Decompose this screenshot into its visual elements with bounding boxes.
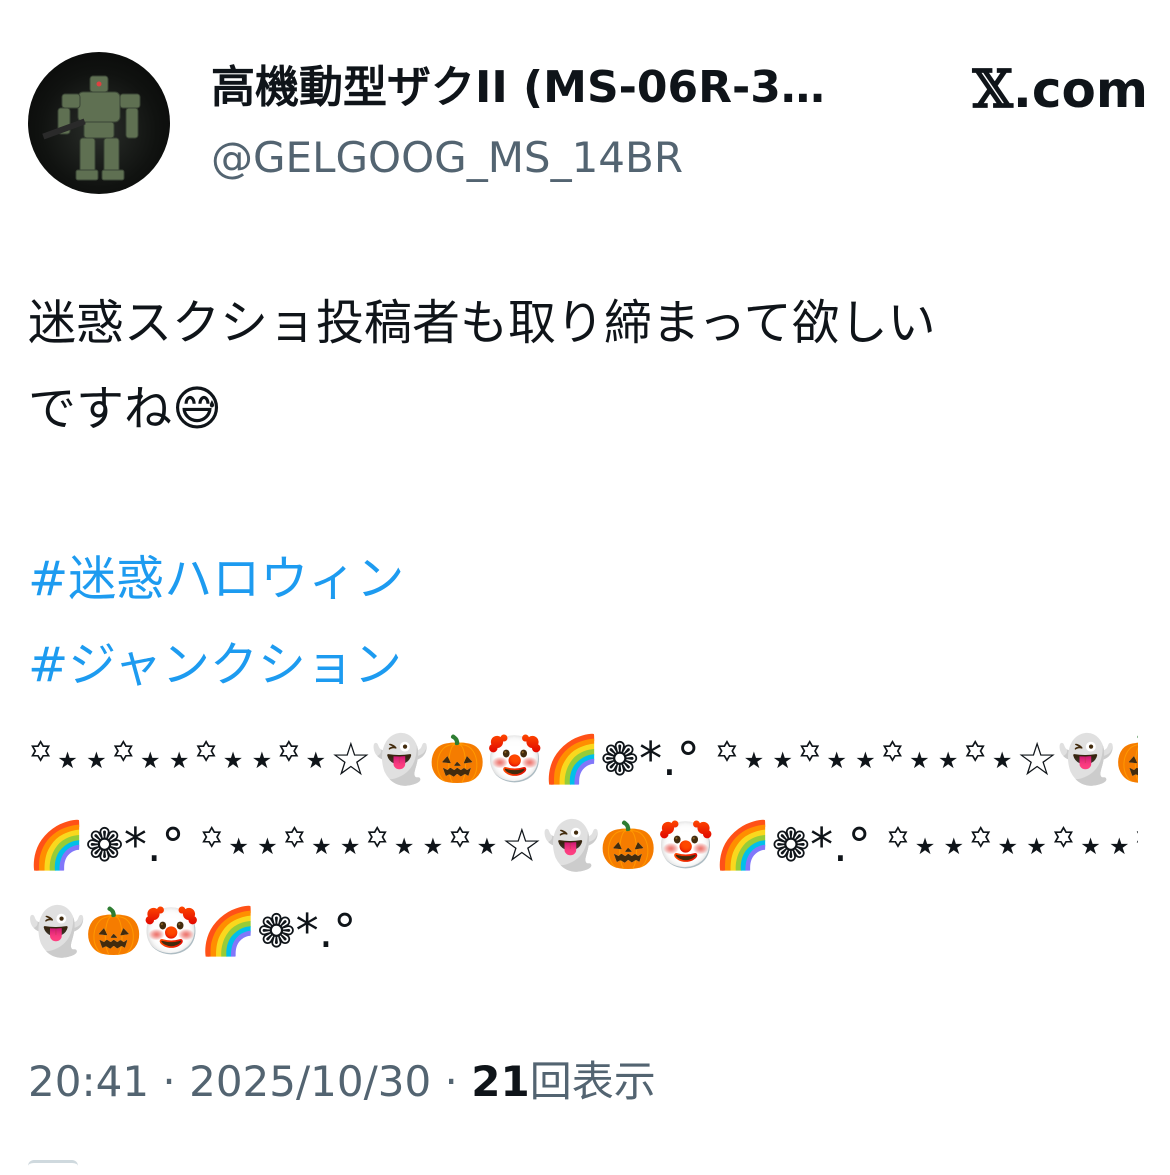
decoration-line: ꙳⋆⋆꙳⋆⋆꙳⋆⋆꙳⋆☆👻🎃🤡🌈❁*.° ꙳⋆⋆꙳⋆⋆꙳⋆⋆꙳⋆☆👻🎃🤡 <box>28 732 1138 786</box>
decoration-line: 👻🎃🤡🌈❁*.° <box>28 904 357 958</box>
x-logo-icon: 𝕏 <box>972 59 1013 120</box>
emoji-decoration: ꙳⋆⋆꙳⋆⋆꙳⋆⋆꙳⋆☆👻🎃🤡🌈❁*.° ꙳⋆⋆꙳⋆⋆꙳⋆⋆꙳⋆☆👻🎃🤡 🌈❁*… <box>28 716 1138 974</box>
meta-separator: · <box>149 1057 190 1106</box>
meta-separator: · <box>431 1057 472 1106</box>
user-handle[interactable]: @GELGOOG_MS_14BR <box>211 126 931 190</box>
author-names: 高機動型ザクII (MS-06R-3… @GELGOOG_MS_14BR <box>211 56 931 190</box>
next-section-edge <box>28 1160 78 1175</box>
x-com-logo[interactable]: 𝕏 .com <box>973 58 1148 122</box>
tweet-text-line: ですね😅 <box>28 381 223 437</box>
hashtag-link[interactable]: #迷惑ハロウィン <box>28 536 1138 622</box>
tweet-text: 迷惑スクショ投稿者も取り締まって欲しい ですね😅 <box>28 280 1138 452</box>
decoration-line: 🌈❁*.° ꙳⋆⋆꙳⋆⋆꙳⋆⋆꙳⋆☆👻🎃🤡🌈❁*.° ꙳⋆⋆꙳⋆⋆꙳⋆⋆꙳⋆☆ <box>28 818 1138 872</box>
post-time[interactable]: 20:41 <box>28 1057 149 1106</box>
brand-text: .com <box>1012 61 1148 119</box>
views-count: 21 <box>471 1057 530 1106</box>
display-name[interactable]: 高機動型ザクII (MS-06R-3… <box>211 56 931 120</box>
hashtag-list: #迷惑ハロウィン #ジャンクション <box>28 536 1138 708</box>
hashtag-link[interactable]: #ジャンクション <box>28 622 1138 708</box>
tweet-meta: 20:41 · 2025/10/30 · 21回表示 <box>28 1050 656 1114</box>
post-date[interactable]: 2025/10/30 <box>189 1057 431 1106</box>
robot-avatar-icon <box>42 75 141 181</box>
views-label: 回表示 <box>529 1057 656 1106</box>
avatar[interactable] <box>28 52 170 194</box>
tweet-header: 高機動型ザクII (MS-06R-3… @GELGOOG_MS_14BR 𝕏 .… <box>28 52 1148 194</box>
tweet-card: 高機動型ザクII (MS-06R-3… @GELGOOG_MS_14BR 𝕏 .… <box>0 0 1170 1172</box>
tweet-text-line: 迷惑スクショ投稿者も取り締まって欲しい <box>28 295 936 351</box>
